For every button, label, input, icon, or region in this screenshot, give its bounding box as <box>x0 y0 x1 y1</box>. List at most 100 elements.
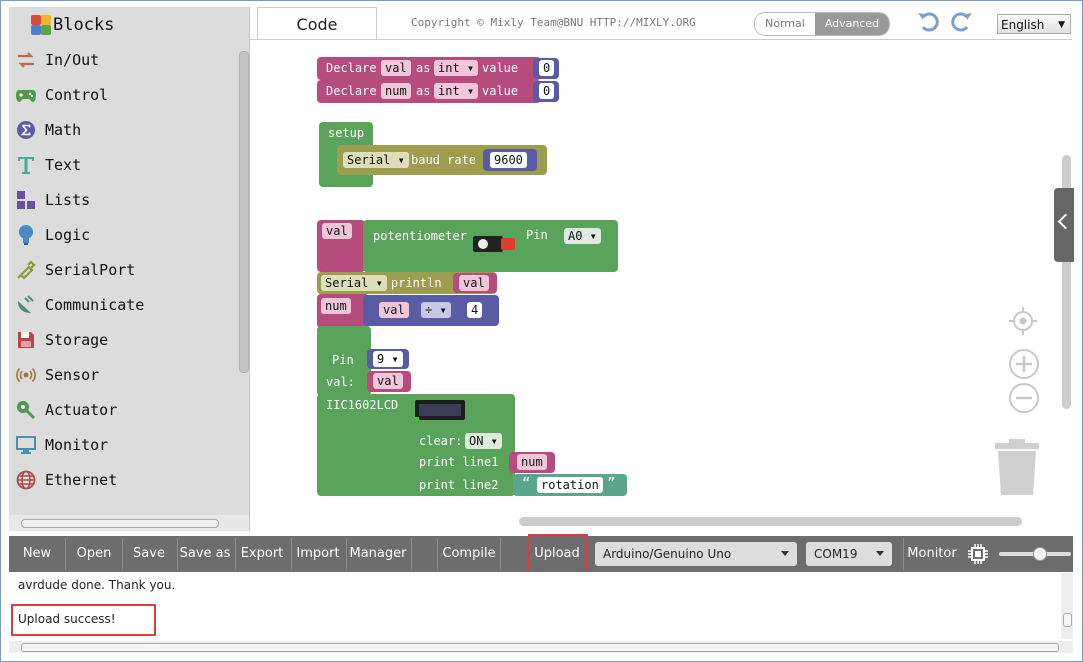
chip-icon[interactable] <box>967 543 989 569</box>
lcd-block[interactable]: IIC1602LCD clear: ON ▾ print line1 print… <box>317 394 515 496</box>
save-as-button[interactable]: Save as <box>179 536 231 572</box>
number-field[interactable]: 0 <box>539 60 555 76</box>
category-in-out[interactable]: In/Out <box>15 45 99 75</box>
redo-icon[interactable] <box>949 11 973 33</box>
var-field[interactable]: num <box>321 298 351 314</box>
port-value: COM19 <box>814 547 858 561</box>
number-block[interactable]: 0 <box>533 81 559 102</box>
string-field[interactable]: rotation <box>537 477 603 493</box>
mode-toggle[interactable]: Normal Advanced <box>754 12 891 36</box>
category-actuator[interactable]: Actuator <box>15 395 117 425</box>
import-button[interactable]: Import <box>293 536 343 572</box>
clear-dropdown[interactable]: ON ▾ <box>465 433 502 449</box>
category-monitor[interactable]: Monitor <box>15 430 108 460</box>
trash-icon[interactable] <box>995 439 1039 501</box>
port-select[interactable]: COM19 <box>806 542 892 566</box>
chevron-down-icon <box>781 551 789 556</box>
type-dropdown[interactable]: int ▾ <box>434 60 479 76</box>
undo-icon[interactable] <box>917 11 941 33</box>
sidebar-scrollbar[interactable] <box>238 39 249 515</box>
block-keyword: as <box>416 84 431 98</box>
pin-dropdown[interactable]: A0 ▾ <box>564 228 601 244</box>
type-dropdown[interactable]: int ▾ <box>434 83 479 99</box>
servo-block[interactable]: Pin val: <box>317 326 371 396</box>
var-block[interactable]: val <box>453 273 497 293</box>
pin-dropdown[interactable]: 9 ▾ <box>373 351 403 367</box>
mode-advanced-button[interactable]: Advanced <box>814 13 890 35</box>
mode-normal-button[interactable]: Normal <box>755 13 815 35</box>
tab-code[interactable]: Code <box>257 7 377 40</box>
zoom-out-icon[interactable] <box>1008 382 1040 418</box>
save-button[interactable]: Save <box>127 536 171 572</box>
var-field[interactable]: val <box>381 60 411 76</box>
declare-block[interactable]: Declare val as int ▾ value <box>317 57 541 80</box>
app-window: Blocks In/Out Control Math Text Lists Lo… <box>0 0 1083 662</box>
string-block[interactable]: “ rotation ” <box>513 474 627 496</box>
arrows-icon <box>15 49 37 71</box>
serial-dropdown[interactable]: Serial ▾ <box>343 152 409 168</box>
number-field[interactable]: 4 <box>467 302 483 318</box>
collapse-panel-button[interactable] <box>1054 188 1074 262</box>
category-label: Math <box>45 121 82 139</box>
block-keyword: as <box>416 61 431 75</box>
language-select[interactable]: English ▼ <box>997 14 1071 34</box>
serial-dropdown[interactable]: Serial ▾ <box>321 275 387 291</box>
compile-button[interactable]: Compile <box>439 536 499 572</box>
category-math[interactable]: Math <box>15 115 81 145</box>
chevron-down-icon: ▼ <box>1058 20 1065 30</box>
category-label: Monitor <box>45 436 109 454</box>
operator-dropdown[interactable]: ÷ ▾ <box>421 302 451 318</box>
output-console: avrdude done. Thank you. Upload success! <box>9 572 1073 640</box>
slider-handle[interactable] <box>1033 547 1047 561</box>
potentiometer-block[interactable]: potentiometer Pin A0 ▾ <box>363 220 618 272</box>
sidebar-horizontal-scrollbar[interactable] <box>9 515 249 531</box>
var-field[interactable]: val <box>379 302 409 318</box>
monitor-button[interactable]: Monitor <box>905 536 959 572</box>
assign-block[interactable]: num <box>317 294 369 328</box>
category-label: Sensor <box>45 366 100 384</box>
category-lists[interactable]: Lists <box>15 185 90 215</box>
quote-glyph: ” <box>607 476 616 492</box>
var-field[interactable]: val <box>459 275 489 291</box>
var-field[interactable]: num <box>517 454 547 470</box>
var-block[interactable]: val <box>367 371 411 392</box>
number-field[interactable]: 0 <box>539 83 555 99</box>
var-field[interactable]: num <box>381 83 411 99</box>
assign-block[interactable]: val <box>317 220 365 272</box>
category-serialport[interactable]: SerialPort <box>15 255 135 285</box>
category-logic[interactable]: Logic <box>15 220 90 250</box>
console-horizontal-scrollbar[interactable] <box>9 641 1073 653</box>
category-storage[interactable]: Storage <box>15 325 108 355</box>
board-select[interactable]: Arduino/Genuino Uno <box>595 542 797 566</box>
bulb-icon <box>15 224 37 246</box>
category-label: Ethernet <box>45 471 118 489</box>
category-sensor[interactable]: Sensor <box>15 360 99 390</box>
zoom-in-icon[interactable] <box>1008 348 1040 384</box>
category-text[interactable]: Text <box>15 150 81 180</box>
category-ethernet[interactable]: Ethernet <box>15 465 117 495</box>
var-field[interactable]: val <box>373 373 403 389</box>
divide-block[interactable]: val ÷ ▾ 4 <box>363 295 499 326</box>
pin-block[interactable]: 9 ▾ <box>367 349 409 369</box>
recenter-icon[interactable] <box>1008 306 1038 340</box>
console-vertical-scrollbar[interactable] <box>1061 573 1073 639</box>
number-block[interactable]: 9600 <box>483 149 537 171</box>
open-button[interactable]: Open <box>71 536 117 572</box>
zoom-slider[interactable] <box>999 547 1071 561</box>
var-field[interactable]: val <box>322 223 352 239</box>
lists-icon <box>15 189 37 211</box>
var-block[interactable]: num <box>509 452 555 473</box>
board-value: Arduino/Genuino Uno <box>603 547 732 561</box>
block-keyword: print line1 <box>419 455 499 469</box>
text-icon <box>15 154 37 176</box>
export-button[interactable]: Export <box>237 536 287 572</box>
category-control[interactable]: Control <box>15 80 108 110</box>
workspace-horizontal-scrollbar[interactable] <box>519 517 1022 526</box>
baud-field[interactable]: 9600 <box>490 152 527 168</box>
manager-button[interactable]: Manager <box>347 536 409 572</box>
category-communicate[interactable]: Communicate <box>15 290 144 320</box>
block-keyword: IIC1602LCD <box>326 398 399 412</box>
number-block[interactable]: 0 <box>533 58 559 79</box>
declare-block[interactable]: Declare num as int ▾ value <box>317 80 541 103</box>
new-button[interactable]: New <box>15 536 59 572</box>
